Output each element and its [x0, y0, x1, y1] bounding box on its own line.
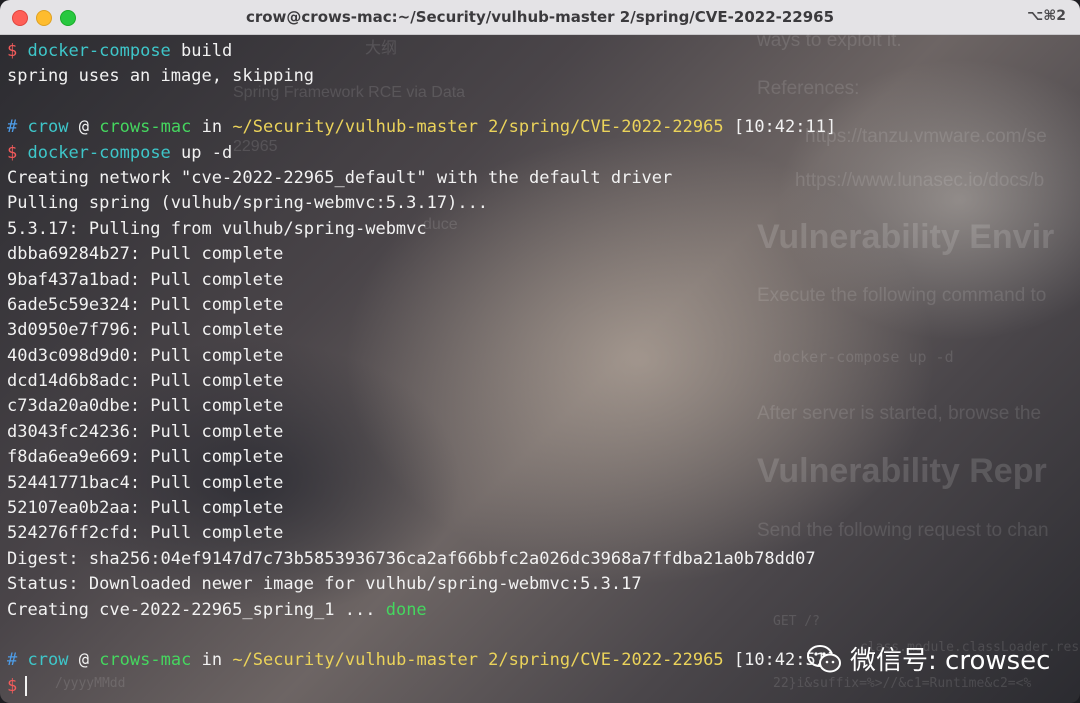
- title-bar: crow@crows-mac:~/Security/vulhub-master …: [0, 0, 1080, 35]
- layer-line: 6ade5c59e324: Pull complete: [7, 294, 284, 315]
- terminal-input-line[interactable]: $: [7, 674, 836, 699]
- layer-line: 9baf437a1bad: Pull complete: [7, 269, 284, 290]
- terminal-line: $ docker-compose up -d: [7, 142, 233, 163]
- text-cursor: [25, 675, 28, 696]
- layer-line: dcd14d6b8adc: Pull complete: [7, 371, 284, 392]
- layer-line: 52441771bac4: Pull complete: [7, 472, 284, 493]
- layer-line: c73da20a0dbe: Pull complete: [7, 396, 284, 417]
- layer-line: 52107ea0b2aa: Pull complete: [7, 498, 284, 519]
- watermark-text: 微信号: crowsec: [850, 646, 1051, 676]
- layer-line: dbba69284b27: Pull complete: [7, 244, 284, 265]
- window-shortcut: ⌥⌘2: [1027, 8, 1066, 24]
- layer-line: f8da6ea9e669: Pull complete: [7, 447, 284, 468]
- bg-link: https://tanzu.vmware.com/se: [805, 126, 1047, 147]
- terminal-line: 5.3.17: Pulling from vulhub/spring-webmv…: [7, 218, 427, 239]
- terminal-line: spring uses an image, skipping: [7, 66, 315, 87]
- terminal-line: Creating network "cve-2022-22965_default…: [7, 167, 673, 188]
- terminal-line: Creating cve-2022-22965_spring_1 ... don…: [7, 599, 427, 620]
- terminal-line: Pulling spring (vulhub/spring-webmvc:5.3…: [7, 193, 489, 214]
- layer-line: 40d3c098d9d0: Pull complete: [7, 345, 284, 366]
- terminal-prompt-line: # crow @ crows-mac in ~/Security/vulhub-…: [7, 117, 837, 138]
- terminal-line: Status: Downloaded newer image for vulhu…: [7, 574, 642, 595]
- terminal-prompt-line: # crow @ crows-mac in ~/Security/vulhub-…: [7, 650, 837, 671]
- terminal-window: crow@crows-mac:~/Security/vulhub-master …: [0, 0, 1080, 703]
- terminal-output[interactable]: $ docker-compose build spring uses an im…: [7, 39, 836, 699]
- layer-line: 524276ff2cfd: Pull complete: [7, 523, 284, 544]
- terminal-line: $ docker-compose build: [7, 41, 233, 61]
- layer-line: 3d0950e7f796: Pull complete: [7, 320, 284, 341]
- wechat-icon: [807, 644, 841, 672]
- terminal-line: Digest: sha256:04ef9147d7c73b5853936736c…: [7, 548, 816, 569]
- watermark: 微信号: crowsec: [806, 640, 1050, 677]
- window-title: crow@crows-mac:~/Security/vulhub-master …: [245, 8, 835, 26]
- layer-line: d3043fc24236: Pull complete: [7, 421, 284, 442]
